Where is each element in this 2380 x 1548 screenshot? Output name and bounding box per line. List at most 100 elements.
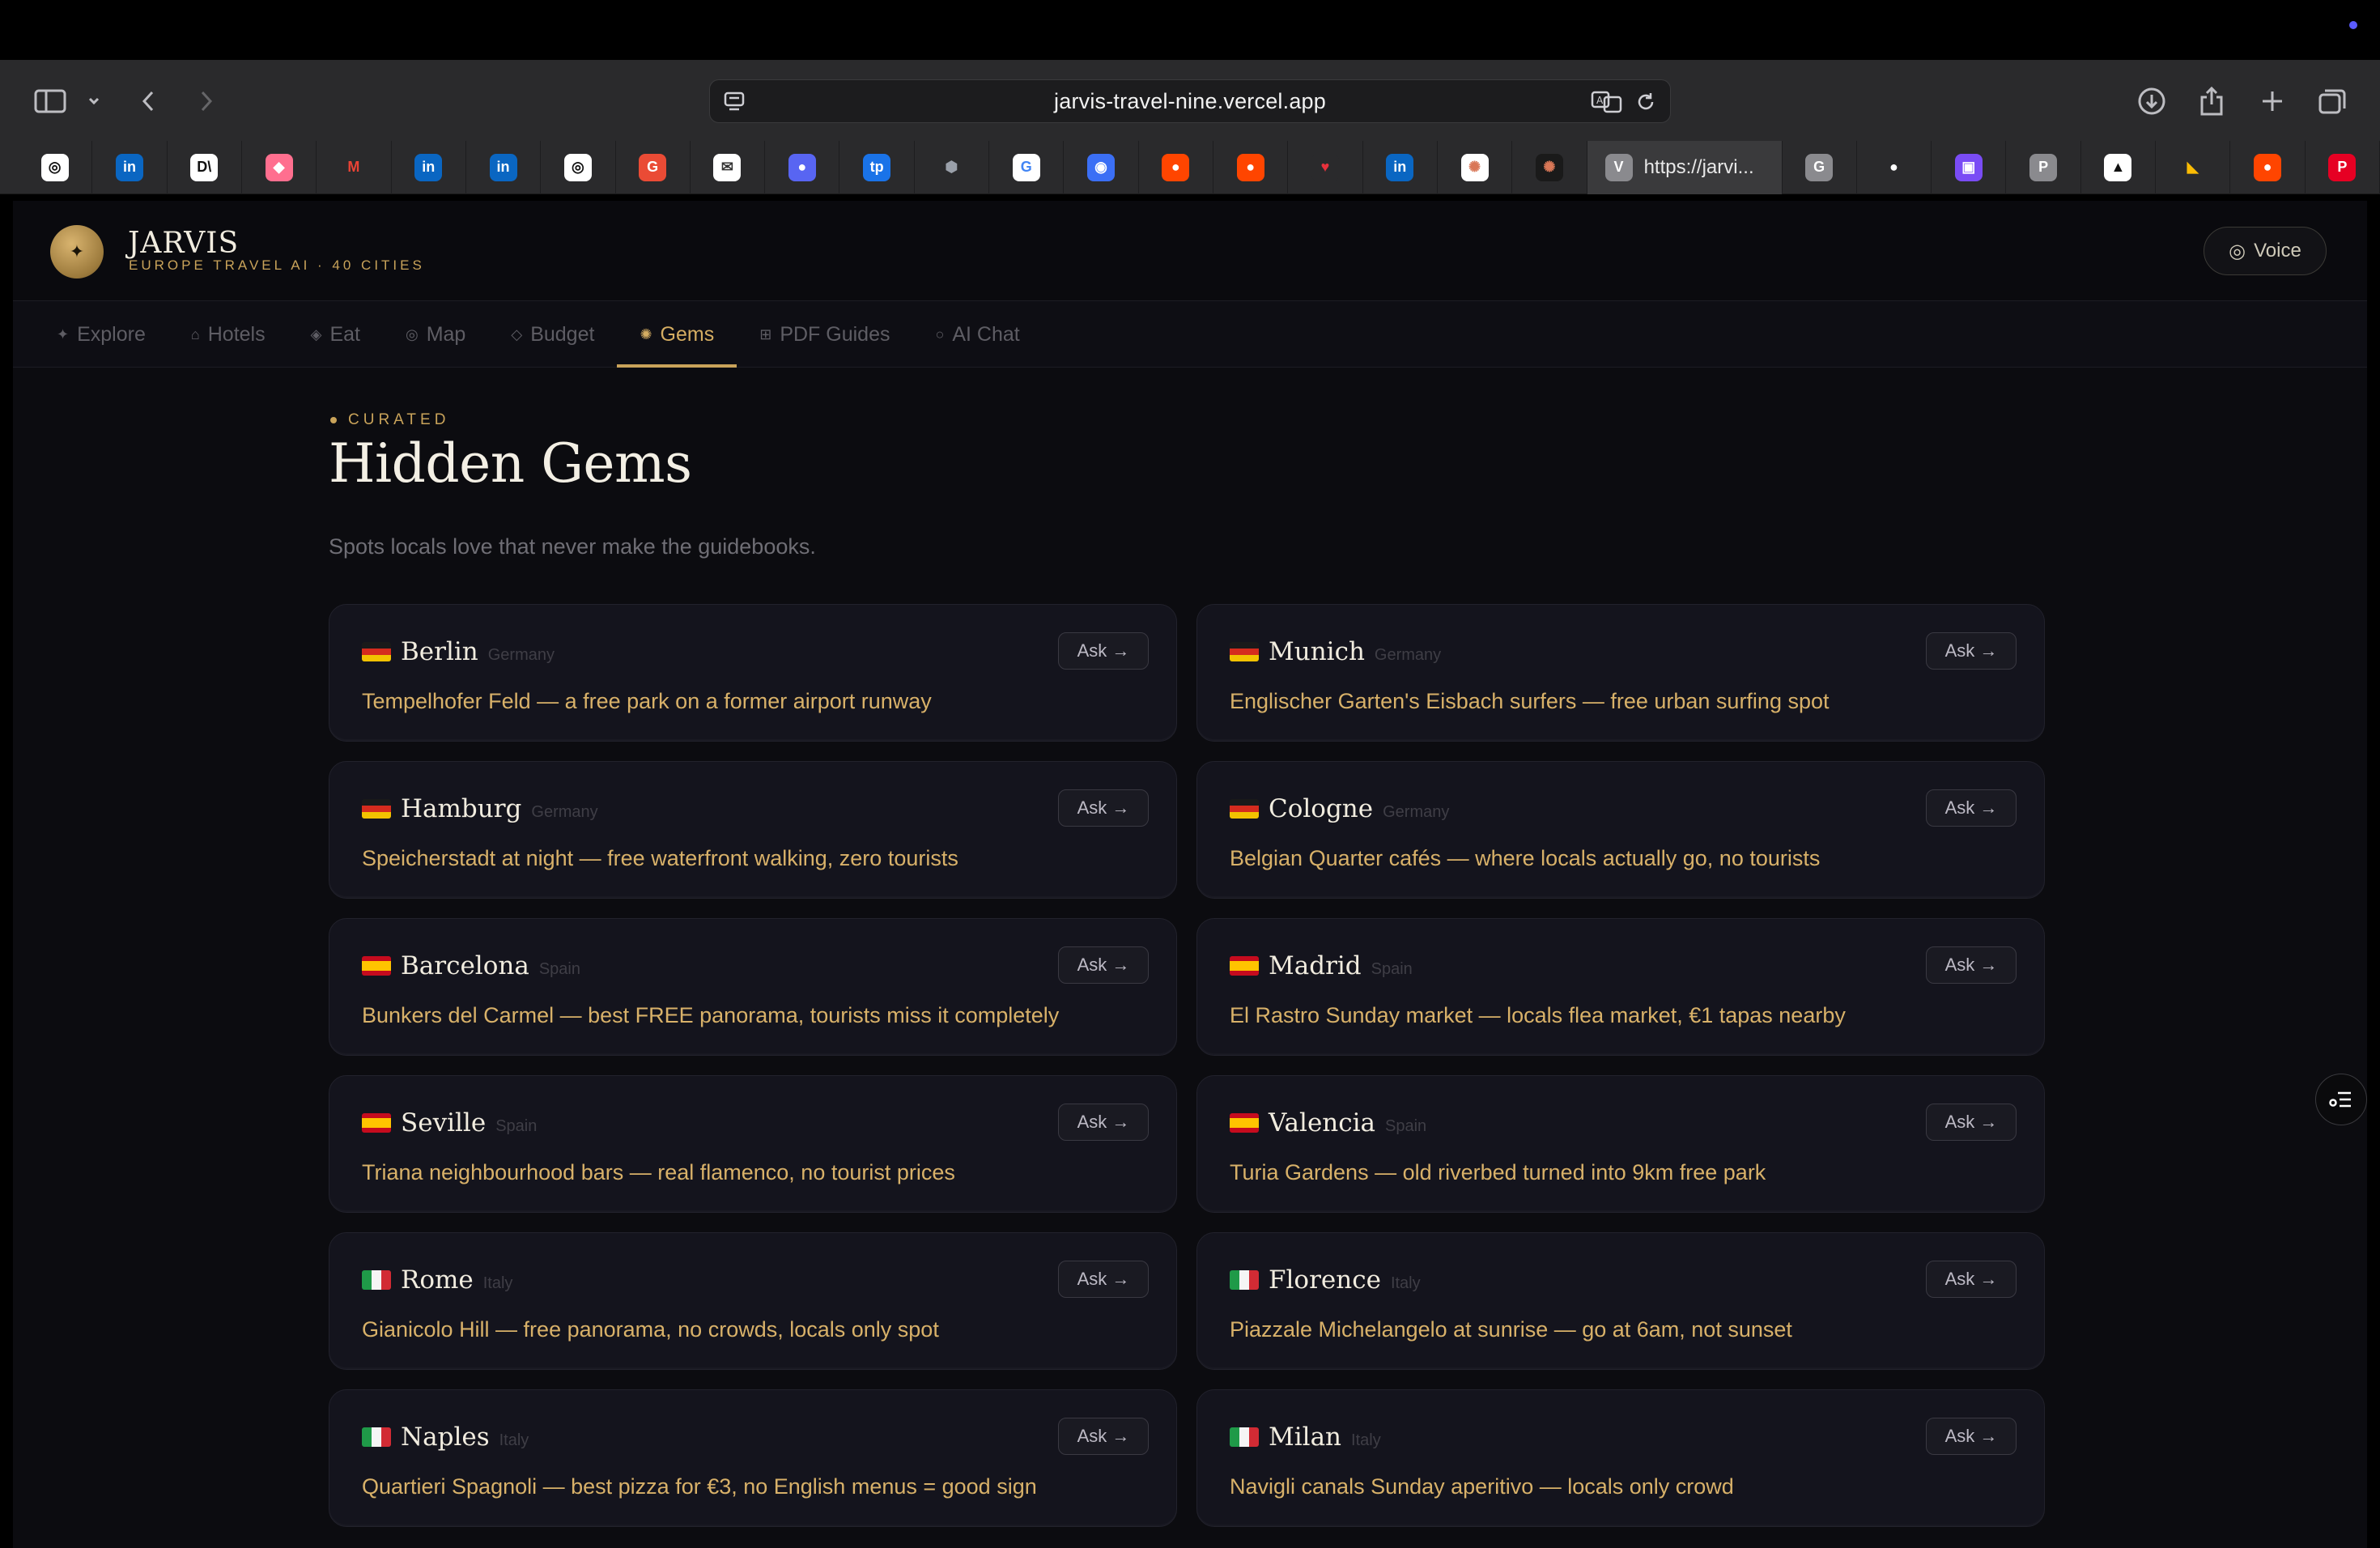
bookmark-item[interactable]: P bbox=[2006, 140, 2081, 194]
bookmark-item[interactable]: in bbox=[1363, 140, 1438, 194]
linkedin-icon: in bbox=[1386, 153, 1414, 181]
active-tab-title: https://jarvi... bbox=[1643, 155, 1754, 178]
gem-country: Germany bbox=[1383, 803, 1450, 821]
gem-country: Germany bbox=[487, 646, 555, 664]
sidebar-toggle-icon[interactable] bbox=[32, 83, 68, 120]
bookmark-item[interactable]: ✺ bbox=[1512, 140, 1587, 194]
bookmark-item[interactable]: ◉ bbox=[1064, 140, 1139, 194]
tab-label: Budget bbox=[530, 322, 595, 346]
bookmark-item[interactable]: G bbox=[616, 140, 691, 194]
sidebar-panel-toggle-button[interactable] bbox=[2315, 1074, 2367, 1125]
bookmark-item[interactable]: in bbox=[92, 140, 168, 194]
bookmark-item[interactable]: ◎ bbox=[18, 140, 93, 194]
share-icon[interactable] bbox=[2197, 83, 2226, 120]
ask-button[interactable]: Ask → bbox=[1926, 1104, 2017, 1141]
tab-budget-icon: ◇ bbox=[511, 325, 523, 342]
tab-overview-icon[interactable] bbox=[2317, 83, 2348, 120]
ask-button[interactable]: Ask → bbox=[1058, 789, 1149, 827]
bookmark-item[interactable]: ◆ bbox=[242, 140, 317, 194]
ask-button[interactable]: Ask → bbox=[1058, 1418, 1149, 1455]
bookmark-item[interactable]: ▣ bbox=[1932, 140, 2007, 194]
gem-card-header: Valencia Spain bbox=[1230, 1108, 1426, 1138]
gem-city: Madrid bbox=[1269, 951, 1362, 980]
address-bar[interactable]: jarvis-travel-nine.vercel.app A bbox=[709, 79, 1671, 123]
ask-button[interactable]: Ask → bbox=[1058, 1104, 1149, 1141]
bookmark-item[interactable]: ● bbox=[1857, 140, 1932, 194]
arc-icon: ▲ bbox=[2104, 153, 2132, 181]
list-settings-icon bbox=[2329, 1091, 2351, 1108]
ask-button[interactable]: Ask → bbox=[1058, 946, 1149, 984]
ask-button[interactable]: Ask → bbox=[1926, 632, 2017, 670]
tab-explore[interactable]: ✦ Explore bbox=[34, 301, 168, 368]
bookmark-item[interactable]: D\ bbox=[168, 140, 242, 194]
ask-button[interactable]: Ask → bbox=[1926, 789, 2017, 827]
brand-title: JARVIS bbox=[128, 227, 240, 260]
gem-country: Spain bbox=[538, 960, 580, 978]
tab-explore-icon: ✦ bbox=[57, 325, 70, 342]
bookmark-item[interactable]: P bbox=[2306, 140, 2380, 194]
gem-description: El Rastro Sunday market — locals flea ma… bbox=[1230, 1003, 1846, 1027]
main-nav-tabs: ✦ Explore ⌂ Hotels ◈ Eat ◎ Map ◇ Budget ✺ Gems ⊞ PDF … bbox=[13, 301, 2367, 368]
bookmark-item[interactable]: in bbox=[392, 140, 466, 194]
downloads-icon[interactable] bbox=[2137, 83, 2166, 120]
gem-card-header: Berlin Germany bbox=[362, 637, 555, 666]
page-menu-icon[interactable] bbox=[723, 91, 746, 117]
voice-button[interactable]: ◎ Voice bbox=[2204, 227, 2327, 275]
gem-card: Berlin Germany Ask → Tempelhofer Feld — a f… bbox=[329, 604, 1177, 742]
bookmark-item[interactable]: M bbox=[317, 140, 392, 194]
tab-label: Hotels bbox=[207, 322, 266, 346]
ask-button[interactable]: Ask → bbox=[1058, 1261, 1149, 1298]
bookmark-item[interactable]: in bbox=[466, 140, 542, 194]
ask-button-label: Ask → bbox=[1944, 640, 1998, 661]
bookmark-item[interactable]: ● bbox=[765, 140, 840, 194]
ask-button[interactable]: Ask → bbox=[1058, 632, 1149, 670]
ask-button[interactable]: Ask → bbox=[1926, 1261, 2017, 1298]
bookmark-item[interactable]: G bbox=[989, 140, 1065, 194]
ask-button[interactable]: Ask → bbox=[1926, 946, 2017, 984]
bookmark-item[interactable]: ▲ bbox=[2081, 140, 2157, 194]
tab-hotels[interactable]: ⌂ Hotels bbox=[168, 301, 288, 368]
ask-button-label: Ask → bbox=[1944, 955, 1998, 975]
it-flag-icon bbox=[1230, 1270, 1259, 1290]
g-app-icon: G bbox=[639, 153, 667, 181]
new-tab-icon[interactable] bbox=[2259, 83, 2286, 120]
tab-map[interactable]: ◎ Map bbox=[383, 301, 488, 368]
gem-country: Spain bbox=[495, 1117, 538, 1135]
tab-ai-chat[interactable]: ○ AI Chat bbox=[912, 301, 1042, 368]
bookmark-item[interactable]: ● bbox=[1213, 140, 1289, 194]
tab-pdf-guides[interactable]: ⊞ PDF Guides bbox=[737, 301, 912, 368]
bookmark-item[interactable]: ◣ bbox=[2156, 140, 2231, 194]
bookmark-item[interactable]: ♥ bbox=[1288, 140, 1363, 194]
translate-icon[interactable]: A bbox=[1591, 90, 1623, 118]
gem-card-header: Cologne Germany bbox=[1230, 794, 1449, 823]
heart-icon: ♥ bbox=[1311, 153, 1339, 181]
back-arrow-icon[interactable] bbox=[136, 83, 160, 120]
reload-icon[interactable] bbox=[1634, 91, 1657, 117]
linkedin-icon: in bbox=[414, 153, 443, 181]
bookmark-item[interactable]: ◎ bbox=[541, 140, 616, 194]
tab-map-icon: ◎ bbox=[405, 325, 419, 342]
active-browser-tab[interactable]: Vhttps://jarvi... bbox=[1587, 140, 1783, 194]
bookmark-item[interactable]: tp bbox=[839, 140, 915, 194]
gem-card: Barcelona Spain Ask → Bunkers del Carmel — … bbox=[329, 918, 1177, 1056]
bookmark-item[interactable]: ● bbox=[2230, 140, 2306, 194]
bookmark-item[interactable]: ✉ bbox=[691, 140, 766, 194]
gem-city: Munich bbox=[1269, 637, 1365, 666]
url-text: jarvis-travel-nine.vercel.app bbox=[1054, 88, 1326, 113]
page-title: Hidden Gems bbox=[329, 432, 692, 495]
bookmark-item[interactable]: G bbox=[1783, 140, 1857, 194]
tab-gems-icon: ✺ bbox=[640, 325, 652, 342]
bookmark-item[interactable]: ⬢ bbox=[915, 140, 990, 194]
app-header: ✦ JARVIS EUROPE TRAVEL AI · 40 CITIES ◎ … bbox=[13, 201, 2367, 301]
cube-icon: ⬢ bbox=[937, 153, 966, 181]
tab-gems[interactable]: ✺ Gems bbox=[617, 301, 737, 368]
forward-arrow-icon[interactable] bbox=[194, 83, 219, 120]
ask-button[interactable]: Ask → bbox=[1926, 1418, 2017, 1455]
openai-icon: ◎ bbox=[40, 153, 69, 181]
tab-eat[interactable]: ◈ Eat bbox=[288, 301, 383, 368]
bookmark-item[interactable]: ✺ bbox=[1438, 140, 1513, 194]
gem-country: Italy bbox=[499, 1431, 529, 1449]
tab-budget[interactable]: ◇ Budget bbox=[488, 301, 617, 368]
chevron-down-icon[interactable] bbox=[84, 83, 104, 120]
bookmark-item[interactable]: ● bbox=[1139, 140, 1213, 194]
